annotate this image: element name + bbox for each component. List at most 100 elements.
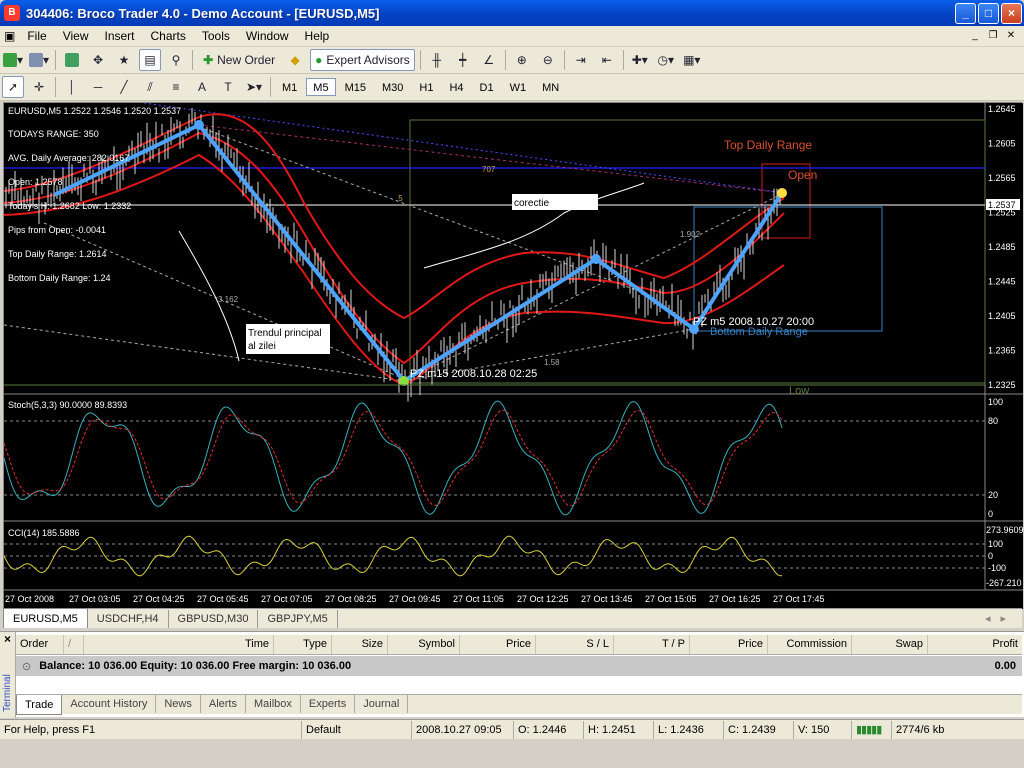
label-trend-2: al zilei [248, 341, 276, 352]
col-profit[interactable]: Profit [928, 635, 1022, 654]
col-time[interactable]: Time [84, 635, 274, 654]
arrows-icon[interactable]: ➤▾ [243, 76, 265, 98]
col-type[interactable]: Type [274, 635, 332, 654]
crosshair-icon[interactable]: ✛ [28, 76, 50, 98]
stoch-axis-100: 100 [988, 397, 1003, 407]
chart-tab-usdchf[interactable]: USDCHF,H4 [88, 610, 169, 628]
templates-icon[interactable]: ▦▾ [681, 49, 703, 71]
vertical-line-icon[interactable]: │ [61, 76, 83, 98]
tab-mailbox[interactable]: Mailbox [246, 695, 301, 713]
chart-window[interactable]: EURUSD,M5 1.2522 1.2546 1.2520 1.2537 TO… [3, 102, 1024, 609]
tab-experts[interactable]: Experts [301, 695, 356, 713]
label-fib-5: .5 [396, 194, 403, 203]
stoch-axis-80: 80 [988, 416, 998, 426]
cci-axis-0: 0 [988, 551, 993, 561]
chart-shift-icon[interactable]: ⇤ [596, 49, 618, 71]
profiles-icon[interactable]: ▾ [28, 49, 50, 71]
auto-scroll-icon[interactable]: ⇥ [570, 49, 592, 71]
terminal-icon[interactable]: ▤ [139, 49, 162, 71]
time-axis-label: 27 Oct 04:25 [133, 594, 185, 604]
strategy-tester-icon[interactable]: ⚲ [165, 49, 187, 71]
col-sl[interactable]: S / L [536, 635, 614, 654]
connection-icon[interactable]: ▮▮▮▮▮ [852, 720, 892, 739]
terminal-label: Terminal [2, 674, 13, 712]
fibonacci-icon[interactable]: ≡ [165, 76, 187, 98]
tab-trade[interactable]: Trade [16, 695, 63, 715]
child-close-icon[interactable]: ✕ [1004, 29, 1018, 43]
col-sort[interactable]: / [64, 635, 84, 654]
menu-help[interactable]: Help [297, 26, 338, 46]
menu-tools[interactable]: Tools [194, 26, 238, 46]
col-order[interactable]: Order [16, 635, 64, 654]
status-time: 2008.10.27 09:05 [412, 720, 514, 739]
info-todays-range: TODAYS RANGE: 350 [8, 129, 99, 139]
close-button[interactable]: × [1001, 2, 1022, 24]
label-fib-158: 1.58 [544, 358, 560, 367]
menu-charts[interactable]: Charts [143, 26, 194, 46]
new-order-button[interactable]: ✚ New Order [198, 49, 280, 71]
child-restore-icon[interactable]: ❐ [986, 29, 1000, 43]
text-icon[interactable]: A [191, 76, 213, 98]
channel-icon[interactable]: ⫽ [139, 76, 161, 98]
maximize-button[interactable]: □ [978, 2, 999, 24]
expert-advisors-button[interactable]: ● Expert Advisors [310, 49, 415, 71]
info-bottom-daily-range: Bottom Daily Range: 1.24 [8, 273, 111, 283]
menu-window[interactable]: Window [238, 26, 297, 46]
col-swap[interactable]: Swap [852, 635, 928, 654]
chart-tabs-scroll-icon[interactable]: ◂▸ [979, 610, 1022, 628]
line-chart-icon[interactable]: ∠ [478, 49, 500, 71]
tab-journal[interactable]: Journal [355, 695, 409, 713]
tab-news[interactable]: News [156, 695, 201, 713]
market-watch-icon[interactable] [61, 49, 83, 71]
expert-advisors-icon: ● [315, 53, 323, 67]
col-price[interactable]: Price [460, 635, 536, 654]
menu-view[interactable]: View [55, 26, 97, 46]
timeframe-m5[interactable]: M5 [306, 78, 336, 96]
child-minimize-icon[interactable]: _ [968, 29, 982, 43]
metaeditor-icon[interactable]: ◆ [284, 49, 306, 71]
col-symbol[interactable]: Symbol [388, 635, 460, 654]
favorites-icon[interactable]: ★ [113, 49, 135, 71]
status-profile[interactable]: Default [302, 720, 412, 739]
timeframe-m30[interactable]: M30 [375, 78, 410, 96]
zoom-in-icon[interactable]: ⊕ [511, 49, 533, 71]
col-price2[interactable]: Price [690, 635, 768, 654]
app-icon: B [4, 5, 20, 21]
chart-tab-gbpjpy[interactable]: GBPJPY,M5 [258, 610, 338, 628]
bar-chart-icon[interactable]: ╫ [426, 49, 448, 71]
chart-tab-eurusd[interactable]: EURUSD,M5 [3, 608, 88, 628]
timeframe-w1[interactable]: W1 [503, 78, 534, 96]
chart-canvas[interactable]: EURUSD,M5 1.2522 1.2546 1.2520 1.2537 TO… [3, 102, 1024, 609]
new-chart-icon[interactable]: ▾ [2, 49, 24, 71]
minimize-button[interactable]: _ [955, 2, 976, 24]
text-label-icon[interactable]: T [217, 76, 239, 98]
document-icon[interactable]: ▣ [0, 26, 19, 46]
candlestick-icon[interactable]: ┿ [452, 49, 474, 71]
timeframe-m1[interactable]: M1 [275, 78, 304, 96]
trend-line-icon[interactable]: ╱ [113, 76, 135, 98]
timeframe-h4[interactable]: H4 [442, 78, 470, 96]
terminal-close-icon[interactable]: × [0, 632, 15, 646]
timeframe-d1[interactable]: D1 [473, 78, 501, 96]
horizontal-line-icon[interactable]: ─ [87, 76, 109, 98]
menu-file[interactable]: File [19, 26, 54, 46]
navigator-icon[interactable]: ✥ [87, 49, 109, 71]
col-commission[interactable]: Commission [768, 635, 852, 654]
balance-row[interactable]: ⊙ Balance: 10 036.00 Equity: 10 036.00 F… [16, 656, 1022, 676]
timeframe-mn[interactable]: MN [535, 78, 566, 96]
price-axis-label: 1.2445 [988, 277, 1016, 287]
indicators-icon[interactable]: ✚▾ [629, 49, 651, 71]
col-size[interactable]: Size [332, 635, 388, 654]
tab-alerts[interactable]: Alerts [201, 695, 246, 713]
cursor-icon[interactable]: ➚ [2, 76, 24, 98]
tab-account-history[interactable]: Account History [62, 695, 157, 713]
chart-tab-gbpusd[interactable]: GBPUSD,M30 [169, 610, 259, 628]
timeframe-h1[interactable]: H1 [412, 78, 440, 96]
timeframe-m15[interactable]: M15 [338, 78, 373, 96]
periods-icon[interactable]: ◷▾ [655, 49, 677, 71]
menu-insert[interactable]: Insert [96, 26, 142, 46]
time-axis-label: 27 Oct 07:05 [261, 594, 313, 604]
col-tp[interactable]: T / P [614, 635, 690, 654]
zoom-out-icon[interactable]: ⊖ [537, 49, 559, 71]
new-order-icon: ✚ [203, 53, 214, 67]
